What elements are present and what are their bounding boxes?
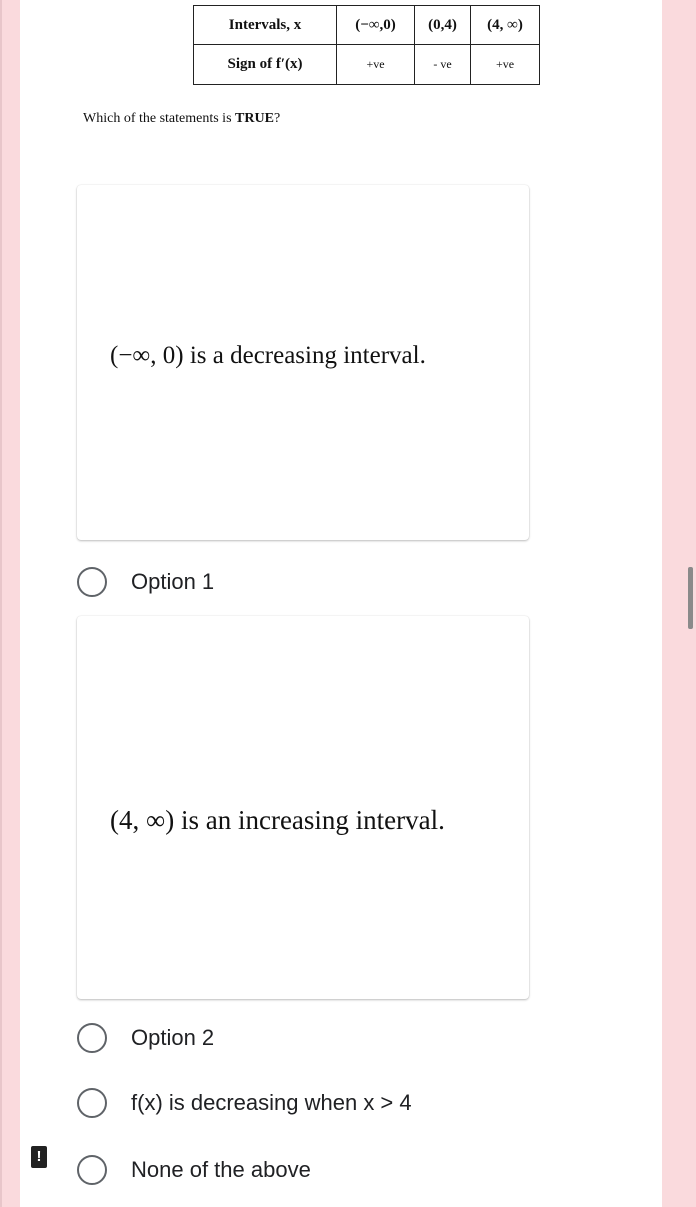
sign-chart-table: Intervals, x (−∞,0) (0,4) (4, ∞) Sign of… (192, 5, 541, 85)
table-cell: +ve (336, 44, 416, 85)
option-2-radio[interactable] (77, 1023, 107, 1053)
scrollbar-thumb[interactable] (688, 567, 693, 629)
table-cell: Intervals, x (192, 5, 338, 45)
page-edge (0, 0, 2, 1207)
option-4-radio[interactable] (77, 1155, 107, 1185)
table-cell: (−∞,0) (336, 5, 416, 45)
table-cell: - ve (414, 44, 471, 85)
option-1-row[interactable]: Option 1 (77, 564, 214, 600)
option-2-image: (4, ∞) is an increasing interval. (77, 616, 529, 999)
option-2-row[interactable]: Option 2 (77, 1020, 214, 1056)
option-1-label: Option 1 (131, 569, 215, 594)
option-4-row[interactable]: None of the above (77, 1152, 311, 1188)
option-2-label: Option 2 (131, 1025, 215, 1050)
option-1-image: (−∞, 0) is a decreasing interval. (77, 185, 529, 540)
option-4-label: None of the above (131, 1157, 311, 1182)
question-emphasis: TRUE (235, 111, 274, 126)
option-2-statement: (4, ∞) is an increasing interval. (110, 805, 445, 835)
option-1-radio[interactable] (77, 567, 107, 597)
question-text: Which of the statements is TRUE? (83, 111, 280, 127)
table-cell: Sign of f′(x) (192, 44, 338, 85)
option-3-radio[interactable] (77, 1088, 107, 1118)
table-header-row: Intervals, x (−∞,0) (0,4) (4, ∞) (192, 5, 541, 45)
table-cell: (4, ∞) (469, 5, 541, 45)
table-cell: +ve (469, 44, 541, 85)
question-suffix: ? (273, 111, 281, 126)
option-1-statement: (−∞, 0) is a decreasing interval. (110, 342, 426, 369)
table-cell: (0,4) (414, 5, 471, 45)
alert-icon: ! (31, 1146, 47, 1168)
table-row: Sign of f′(x) +ve - ve +ve (192, 44, 541, 85)
option-3-label: f(x) is decreasing when x > 4 (131, 1090, 412, 1115)
option-3-row[interactable]: f(x) is decreasing when x > 4 (77, 1085, 412, 1121)
question-prefix: Which of the statements is (83, 111, 236, 126)
